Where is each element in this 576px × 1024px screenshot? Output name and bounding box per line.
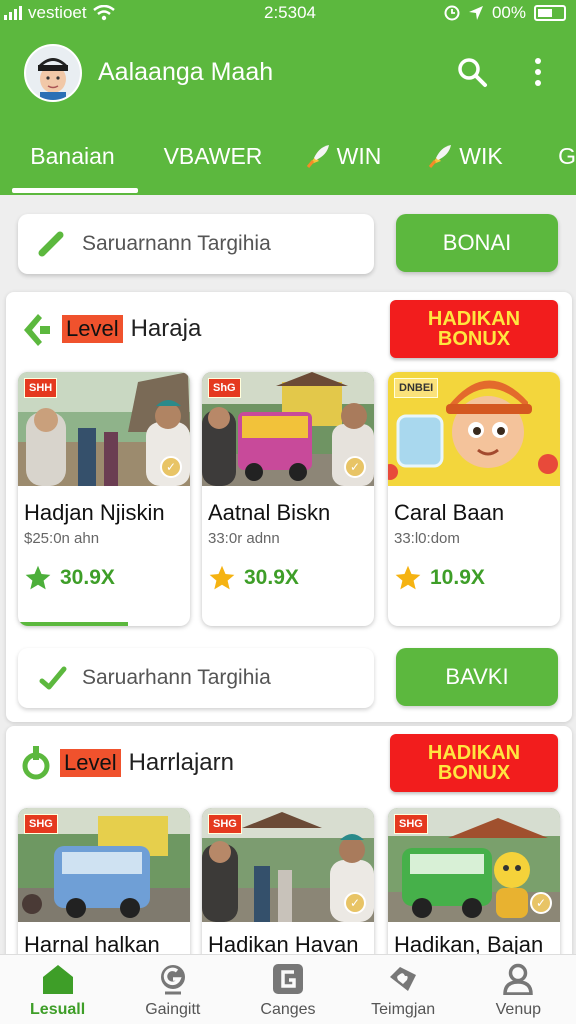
location-icon [468, 6, 483, 20]
tab-g[interactable]: G [525, 130, 576, 182]
games-icon [272, 964, 303, 994]
rocket-icon [429, 145, 452, 168]
heart-tag-icon [390, 967, 417, 991]
item-subtitle: 33:0r adnn [208, 530, 280, 547]
item-card[interactable]: ShG ✓ Aatnal Biskn 33:0r adnn 30.9X [202, 372, 374, 626]
level-arrow-icon [24, 314, 50, 346]
nav-item-canges[interactable]: Canges [230, 955, 345, 1024]
search-icon [458, 58, 487, 87]
status-time: 2:5304 [264, 3, 316, 22]
item-card[interactable]: SHG ✓ Hadikan, Bajan [388, 808, 560, 978]
star-icon [209, 565, 235, 590]
status-bar: vestioet 2:5304 00% [0, 0, 576, 26]
rating-value: 10.9X [430, 566, 485, 589]
bonai-button[interactable]: BONAI [396, 214, 558, 272]
battery-icon [534, 5, 566, 21]
section-search-row: Saruarhann Targihia BAVKI [18, 648, 558, 708]
more-vertical-icon [535, 58, 541, 86]
power-icon [22, 746, 50, 780]
level-badge: Level [60, 749, 121, 777]
item-title: Hadjan Njiskin [24, 500, 165, 525]
item-photo: SHG ✓ [388, 808, 560, 922]
user-name: Aalaanga Maah [98, 58, 274, 86]
section-title-row: Level Haraja [20, 310, 201, 348]
item-photo: DNBEI [388, 372, 560, 486]
level-badge: Level [62, 315, 123, 343]
check-icon: ✓ [160, 456, 182, 478]
rating-value: 30.9X [244, 566, 299, 589]
item-rating: 30.9X [208, 564, 299, 592]
g-coin-icon [160, 965, 185, 995]
item-tag: ShG [208, 378, 241, 398]
item-tag: SHG [394, 814, 428, 834]
star-icon [25, 565, 51, 590]
item-card[interactable]: SHG ✓ Hadikan Havan [202, 808, 374, 978]
bonus-button[interactable]: HADIKAN BONUX [390, 734, 558, 792]
app-header: vestioet 2:5304 00% Aalaanga Maah Banaia… [0, 0, 576, 195]
level-section-2: Level Harrlajarn HADIKAN BONUX SHG Harnal… [6, 726, 572, 978]
bavki-button[interactable]: BAVKI [396, 648, 558, 706]
signal-icon [4, 6, 22, 20]
nav-item-lesuall[interactable]: Lesuall [0, 955, 115, 1024]
rocket-icon [306, 145, 329, 168]
more-menu-button[interactable] [520, 54, 556, 90]
level-section-1: Level Haraja HADIKAN BONUX SHH ✓ Hadjan N… [6, 292, 572, 722]
item-subtitle: 33:l0:dom [394, 530, 460, 547]
item-rating: 10.9X [394, 564, 485, 592]
item-photo: SHH ✓ [18, 372, 190, 486]
section-search-text: Saruarhann Targihia [82, 666, 271, 689]
tab-banaian[interactable]: Banaian [0, 130, 145, 182]
item-title: Caral Baan [394, 500, 505, 525]
nav-item-teimgjan[interactable]: Teimgjan [346, 955, 461, 1024]
home-icon [42, 965, 73, 994]
item-card[interactable]: SHH ✓ Hadjan Njiskin $25:0n ahn 30.9X [18, 372, 190, 626]
checkmark-icon [39, 666, 67, 690]
item-card[interactable]: SHG Harnal halkan [18, 808, 190, 978]
item-photo: SHG [18, 808, 190, 922]
tab-bar: Banaian VBAWER WIN WIK G [0, 130, 576, 190]
item-subtitle: $25:0n ahn [24, 530, 100, 547]
item-photo: SHG ✓ [202, 808, 374, 922]
item-tag: SHG [24, 814, 58, 834]
search-field[interactable]: Saruarnann Targihia [18, 214, 374, 274]
wifi-icon [92, 5, 115, 21]
item-rating: 30.9X [24, 564, 115, 592]
section-title: Haraja [130, 315, 202, 342]
section-search-field[interactable]: Saruarhann Targihia [18, 648, 374, 708]
bonus-button[interactable]: HADIKAN BONUX [390, 300, 558, 358]
item-photo: ShG ✓ [202, 372, 374, 486]
tab-win[interactable]: WIN [281, 130, 405, 182]
check-icon: ✓ [344, 456, 366, 478]
check-icon: ✓ [344, 892, 366, 914]
nav-item-venup[interactable]: Venup [461, 955, 576, 1024]
progress-bar [18, 622, 128, 626]
alarm-icon [444, 5, 460, 21]
user-icon [503, 963, 534, 995]
tab-wik[interactable]: WIK [405, 130, 525, 182]
top-search-row: Saruarnann Targihia BONAI [18, 214, 558, 274]
rating-value: 30.9X [60, 566, 115, 589]
section-title-row: Level Harrlajarn [20, 744, 234, 782]
pencil-icon [38, 231, 64, 257]
item-tag: SHH [24, 378, 58, 398]
item-card[interactable]: DNBEI Caral Baan 33:l0:dom 10.9X [388, 372, 560, 626]
search-field-text: Saruarnann Targihia [82, 232, 271, 255]
search-button[interactable] [454, 54, 490, 90]
tab-vbawer[interactable]: VBAWER [145, 130, 281, 182]
avatar[interactable] [24, 44, 82, 102]
section-title: Harrlajarn [128, 749, 234, 776]
star-icon [395, 565, 421, 590]
bottom-navigation: Lesuall Gaingitt Canges Teimgjan Venup [0, 954, 576, 1024]
battery-percent: 00% [491, 3, 526, 22]
item-title: Aatnal Biskn [208, 500, 331, 525]
check-icon: ✓ [530, 892, 552, 914]
item-tag: DNBEI [394, 378, 439, 398]
nav-item-gaingitt[interactable]: Gaingitt [115, 955, 230, 1024]
carrier-name: vestioet [28, 3, 87, 22]
active-tab-indicator [12, 188, 138, 193]
item-tag: SHG [208, 814, 242, 834]
